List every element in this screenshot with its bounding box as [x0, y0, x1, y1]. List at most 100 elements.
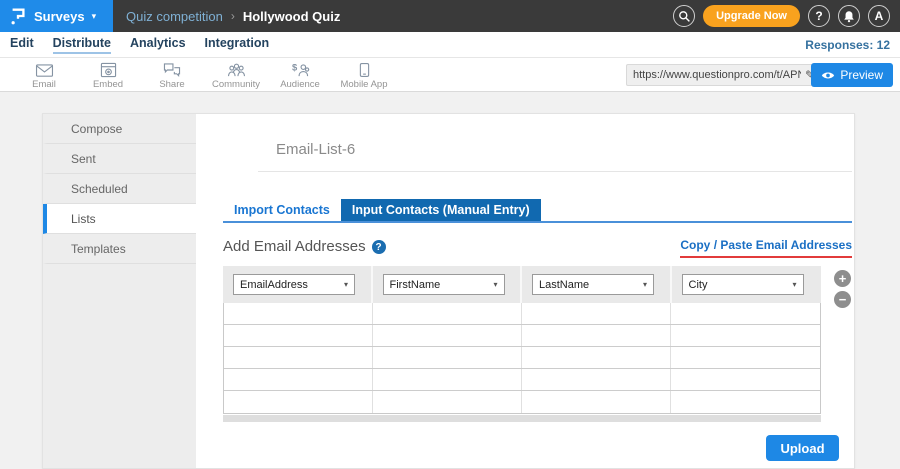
- preview-button[interactable]: Preview: [811, 63, 893, 87]
- chevron-down-icon: ▾: [344, 280, 348, 289]
- chevron-down-icon: ▾: [643, 280, 647, 289]
- grid-cell[interactable]: [671, 325, 820, 346]
- responses-count[interactable]: Responses: 12: [805, 38, 890, 52]
- column-header-cell: City ▾: [672, 266, 822, 303]
- svg-text:$: $: [292, 62, 298, 72]
- grid-cell[interactable]: [671, 303, 820, 324]
- breadcrumb-current: Hollywood Quiz: [243, 9, 341, 24]
- contacts-tabs: Import Contacts Input Contacts (Manual E…: [223, 199, 852, 223]
- column-select-emailaddress[interactable]: EmailAddress ▾: [233, 274, 355, 295]
- mobile-app-icon: [359, 60, 370, 78]
- questionpro-logo-icon: [9, 6, 27, 26]
- grid-cell[interactable]: [373, 369, 522, 390]
- contacts-table: EmailAddress ▾ FirstName ▾: [223, 266, 821, 422]
- nav-tab-integration[interactable]: Integration: [205, 36, 270, 54]
- grid-cell[interactable]: [522, 369, 671, 390]
- chevron-down-icon: ▾: [792, 280, 796, 289]
- header-actions: Upgrade Now ? A: [673, 5, 900, 27]
- grid-cell[interactable]: [224, 391, 373, 413]
- sidebar-item-sent[interactable]: Sent: [43, 144, 196, 174]
- preview-label: Preview: [840, 68, 883, 82]
- column-select-lastname[interactable]: LastName ▾: [532, 274, 654, 295]
- add-emails-header: Add Email Addresses ? Copy / Paste Email…: [223, 238, 852, 260]
- remove-row-button[interactable]: −: [834, 291, 851, 308]
- grid-cell[interactable]: [373, 325, 522, 346]
- email-sidebar: Compose Sent Scheduled Lists Templates: [43, 114, 196, 468]
- sidebar-item-lists[interactable]: Lists: [43, 204, 196, 234]
- toolbar-community[interactable]: Community: [204, 60, 268, 90]
- question-mark-icon: ?: [815, 9, 822, 23]
- chevron-down-icon: ▾: [493, 280, 497, 289]
- toolbar-share[interactable]: Share: [140, 60, 204, 90]
- column-mapping-row: EmailAddress ▾ FirstName ▾: [223, 266, 821, 303]
- toolbar-embed[interactable]: Embed: [76, 60, 140, 90]
- survey-nav: Edit Distribute Analytics Integration Re…: [0, 32, 900, 58]
- upgrade-now-button[interactable]: Upgrade Now: [703, 5, 800, 27]
- section-title: Add Email Addresses: [223, 238, 366, 255]
- search-icon: [678, 10, 691, 23]
- grid-cell[interactable]: [224, 303, 373, 324]
- avatar-initial: A: [875, 9, 884, 23]
- community-icon: [227, 60, 246, 78]
- grid-cell[interactable]: [671, 347, 820, 368]
- column-select-firstname[interactable]: FirstName ▾: [383, 274, 505, 295]
- share-icon: [163, 60, 181, 78]
- breadcrumb: Quiz competition › Hollywood Quiz: [126, 9, 340, 24]
- grid-cell[interactable]: [224, 325, 373, 346]
- survey-url-field[interactable]: https://www.questionpro.com/t/APNrFZ ✎: [626, 64, 822, 86]
- breadcrumb-separator-icon: ›: [231, 9, 235, 23]
- column-header-cell: EmailAddress ▾: [223, 266, 373, 303]
- tab-input-contacts-manual[interactable]: Input Contacts (Manual Entry): [341, 199, 541, 221]
- distribute-toolbar: Email Embed Share: [0, 58, 900, 92]
- sidebar-item-templates[interactable]: Templates: [43, 234, 196, 264]
- top-bar: Surveys ▾ Quiz competition › Hollywood Q…: [0, 0, 900, 32]
- tab-import-contacts[interactable]: Import Contacts: [223, 199, 341, 221]
- grid-cell[interactable]: [224, 347, 373, 368]
- nav-tab-analytics[interactable]: Analytics: [130, 36, 186, 54]
- contacts-grid: EmailAddress ▾ FirstName ▾: [223, 266, 852, 422]
- upload-row: Upload: [223, 435, 839, 461]
- grid-cell[interactable]: [373, 391, 522, 413]
- add-row-button[interactable]: +: [834, 270, 851, 287]
- product-menu[interactable]: Surveys ▾: [0, 0, 113, 32]
- nav-tab-edit[interactable]: Edit: [10, 36, 34, 54]
- toolbar-email[interactable]: Email: [12, 60, 76, 90]
- breadcrumb-parent[interactable]: Quiz competition: [126, 9, 223, 24]
- embed-icon: [100, 60, 117, 78]
- page-background: Compose Sent Scheduled Lists Templates E…: [0, 92, 900, 469]
- grid-cell[interactable]: [373, 303, 522, 324]
- chevron-down-icon: ▾: [92, 11, 97, 22]
- toolbar-audience[interactable]: $ Audience: [268, 60, 332, 90]
- survey-url-value: https://www.questionpro.com/t/APNrFZ: [633, 69, 801, 81]
- contact-row: [224, 325, 820, 347]
- grid-cell[interactable]: [522, 303, 671, 324]
- contacts-grid-body: [223, 303, 821, 414]
- horizontal-scrollbar[interactable]: [223, 415, 821, 422]
- help-icon[interactable]: ?: [372, 240, 386, 254]
- product-menu-label: Surveys: [34, 9, 85, 24]
- grid-cell[interactable]: [522, 325, 671, 346]
- toolbar-mobile-app[interactable]: Mobile App: [332, 60, 396, 90]
- bell-icon: [843, 10, 855, 23]
- help-button[interactable]: ?: [808, 5, 830, 27]
- grid-cell[interactable]: [522, 347, 671, 368]
- nav-tab-distribute[interactable]: Distribute: [53, 36, 111, 54]
- grid-cell[interactable]: [522, 391, 671, 413]
- contact-row: [224, 391, 820, 413]
- notifications-button[interactable]: [838, 5, 860, 27]
- grid-cell[interactable]: [671, 369, 820, 390]
- upload-button[interactable]: Upload: [766, 435, 839, 461]
- sidebar-item-compose[interactable]: Compose: [43, 114, 196, 144]
- email-icon: [35, 60, 54, 78]
- column-header-cell: FirstName ▾: [373, 266, 523, 303]
- column-select-city[interactable]: City ▾: [682, 274, 804, 295]
- sidebar-item-scheduled[interactable]: Scheduled: [43, 174, 196, 204]
- copy-paste-emails-link[interactable]: Copy / Paste Email Addresses: [680, 238, 852, 258]
- grid-cell[interactable]: [373, 347, 522, 368]
- row-controls: + −: [834, 266, 852, 422]
- search-button[interactable]: [673, 5, 695, 27]
- avatar[interactable]: A: [868, 5, 890, 27]
- grid-cell[interactable]: [224, 369, 373, 390]
- grid-cell[interactable]: [671, 391, 820, 413]
- contact-row: [224, 347, 820, 369]
